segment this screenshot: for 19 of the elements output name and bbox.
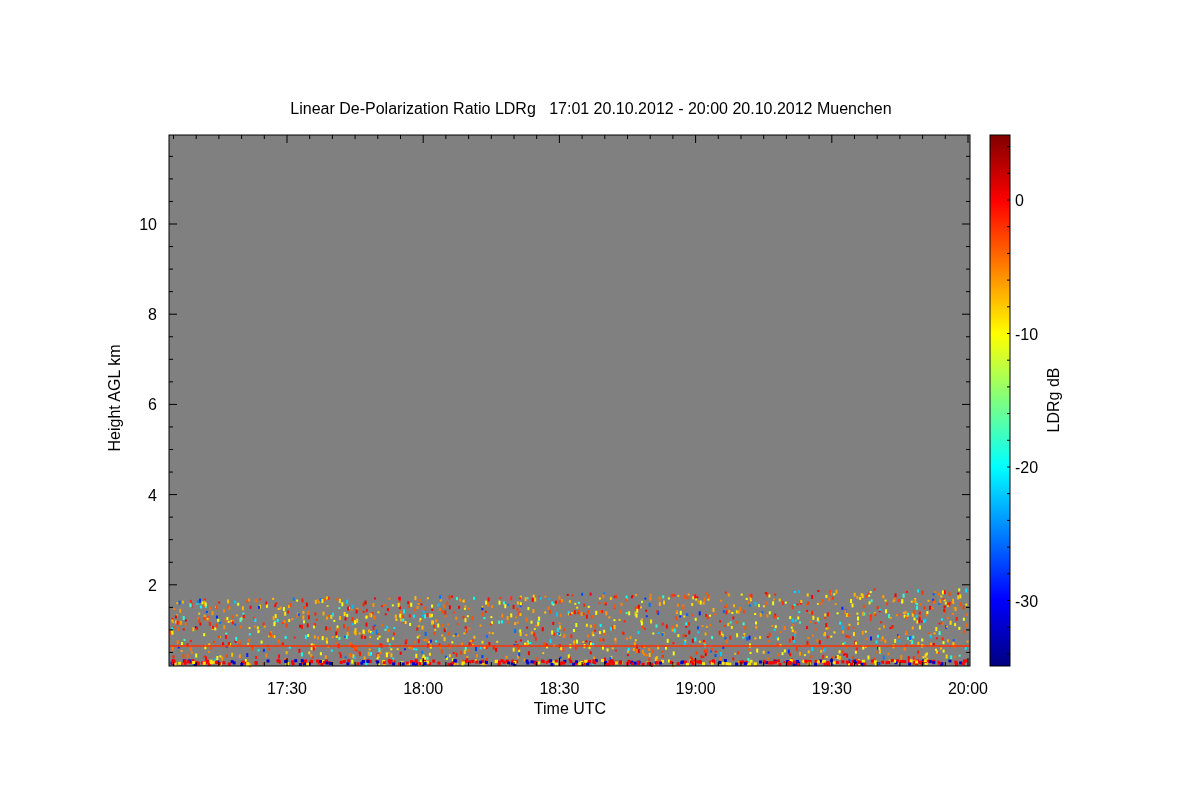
x-tick-label: 20:00 [948,680,988,697]
colorbar-tick-label: -10 [1015,325,1039,343]
y-tick-label: 6 [148,396,157,414]
x-tick-label: 17:30 [267,680,307,697]
colorbar-tick-label: 0 [1015,192,1024,209]
x-tick-label: 18:30 [539,680,580,697]
y-axis-label: Height AGL km [106,344,123,452]
y-tick-label: 2 [148,576,157,594]
x-axis-label: Time UTC [533,700,607,717]
y-tick-label: 4 [148,486,157,504]
x-tick-label: 19:30 [811,680,852,697]
colorbar-tick-label: -20 [1015,459,1039,476]
chart-title: Linear De-Polarization Ratio LDRg 17:01 20.10.2012 - 20:00 20.10.2012 Muenchen [290,100,892,117]
x-tick-label: 18:00 [403,680,444,697]
colorbar-label: LDRg dB [1045,367,1062,433]
y-tick-label: 10 [139,216,157,233]
x-tick-label: 19:00 [675,680,716,697]
colorbar-tick-label: -30 [1015,592,1039,610]
y-tick-label: 8 [148,306,157,324]
